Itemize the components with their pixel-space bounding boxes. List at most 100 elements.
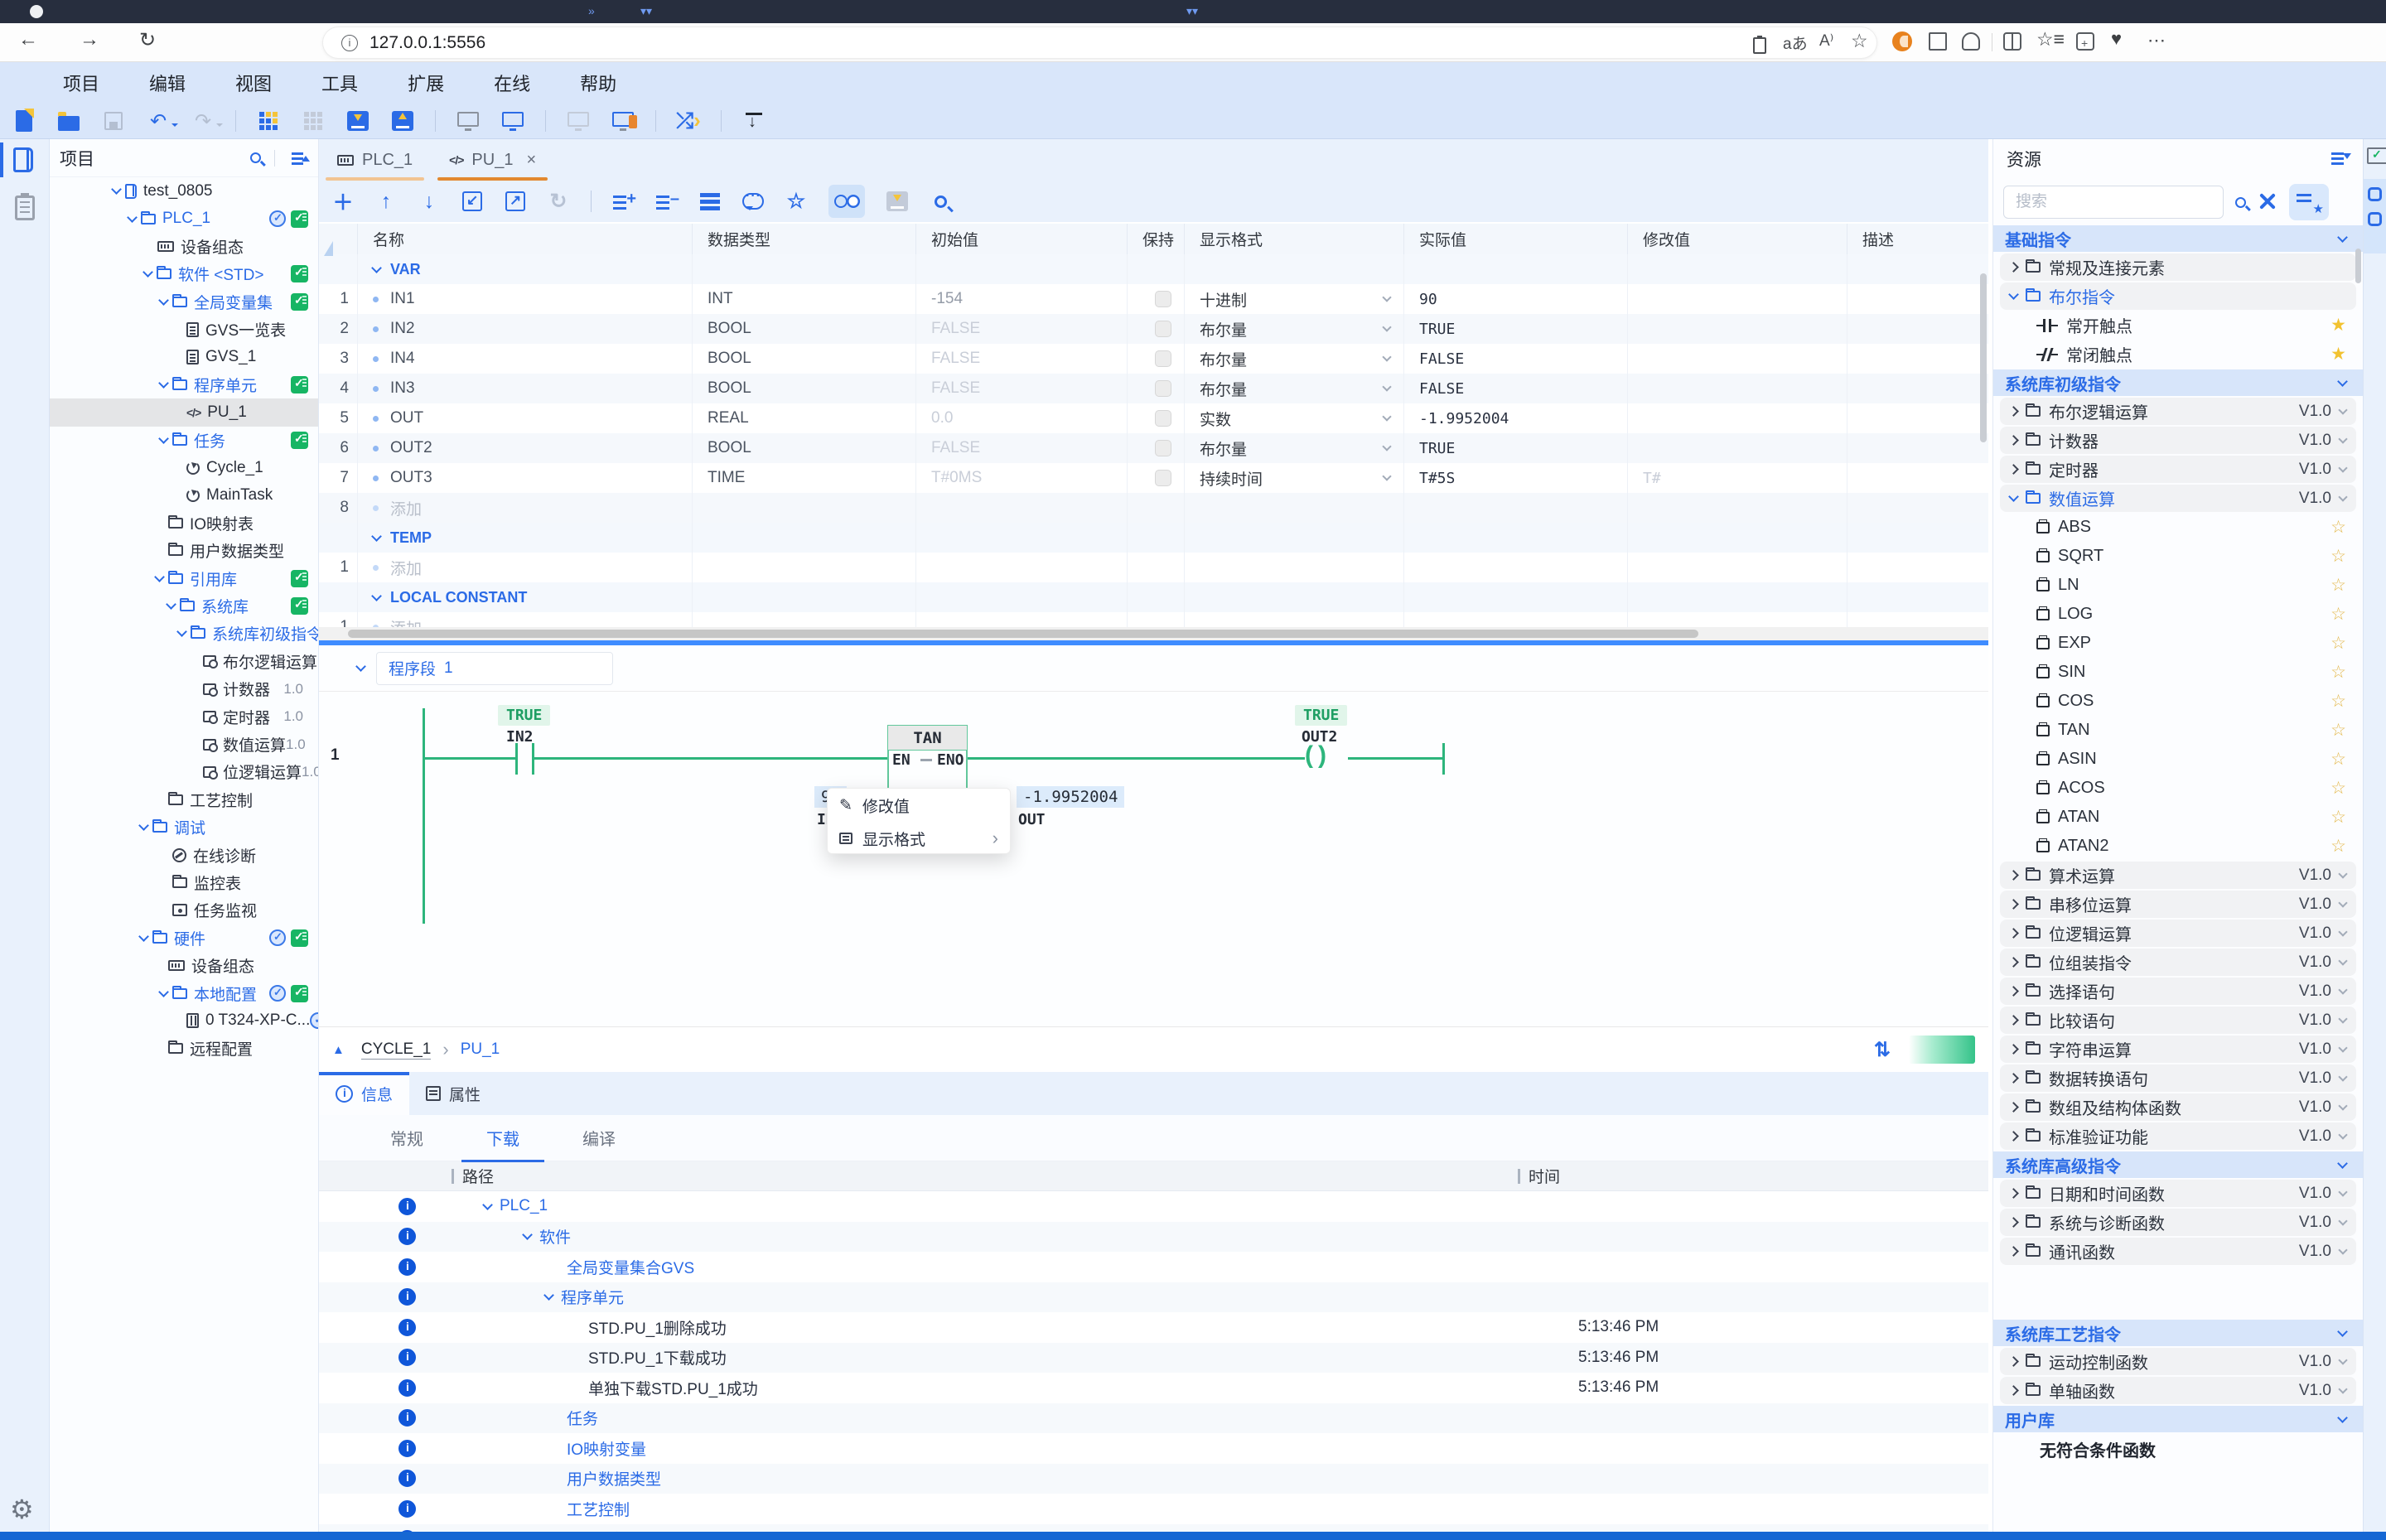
menu-item-modify-value[interactable]: ✎ 修改值 [828, 789, 1010, 822]
log-row[interactable]: 单独下载STD.PU_1成功5:13:46 PM [319, 1373, 1988, 1403]
tree-item[interactable]: 远程配置 [50, 1035, 318, 1062]
insert-row-icon[interactable] [613, 189, 636, 214]
resource-folder[interactable]: 计数器 V1.0 [2000, 427, 2356, 454]
tree-item[interactable]: 布尔逻辑运算1.0 [50, 648, 318, 675]
table-row[interactable]: 4 IN3 BOOL FALSE 布尔量 FALSE [319, 374, 1988, 403]
favorite-star-icon[interactable]: ☆ [785, 189, 807, 214]
resource-item[interactable]: COS [2000, 688, 2356, 715]
table-row[interactable]: 3 IN4 BOOL FALSE 布尔量 FALSE [319, 344, 1988, 374]
star-icon[interactable] [2330, 662, 2346, 683]
group-row[interactable]: LOCAL CONSTANT [319, 582, 1988, 612]
resource-folder[interactable]: 单轴函数 V1.0 [2000, 1377, 2356, 1404]
resource-folder[interactable]: 布尔逻辑运算 V1.0 [2000, 398, 2356, 425]
add-row[interactable]: 1添加 [319, 553, 1988, 582]
tree-item[interactable]: 定时器 1.0 [50, 702, 318, 730]
chevron-down-icon[interactable] [355, 661, 366, 672]
go-online-icon[interactable] [500, 109, 525, 133]
star-icon[interactable] [2330, 720, 2346, 741]
list-view-icon[interactable] [699, 189, 721, 214]
project-explorer-icon[interactable] [13, 147, 33, 172]
format-dropdown[interactable]: 布尔量 [1185, 314, 1404, 344]
move-up-icon[interactable]: ↑ [375, 189, 397, 214]
tree-item[interactable]: 系统库初级指令 [50, 620, 318, 647]
tree-item[interactable]: 监控表 [50, 869, 318, 896]
tab-info[interactable]: 信息 [319, 1072, 410, 1115]
resource-item[interactable]: SQRT [2000, 543, 2356, 570]
retain-checkbox[interactable] [1155, 380, 1171, 397]
log-row[interactable]: 软件 [319, 1221, 1988, 1252]
retain-checkbox[interactable] [1155, 410, 1171, 427]
log-row[interactable]: 用户数据类型 [319, 1463, 1988, 1494]
refresh-icon[interactable]: ↻ [548, 189, 569, 214]
block-output-value[interactable]: -1.9952004 [1017, 786, 1125, 808]
select-all-corner[interactable] [324, 232, 333, 256]
compile-grid-icon[interactable] [256, 109, 281, 133]
add-row[interactable]: 1添加 [319, 612, 1988, 627]
menu-online[interactable]: 在线 [494, 70, 530, 96]
tree-item[interactable]: GVS一览表 [50, 316, 318, 343]
resource-item[interactable]: 常闭触点 [2000, 340, 2356, 368]
download-icon[interactable] [886, 189, 908, 214]
format-dropdown[interactable]: 布尔量 [1185, 374, 1404, 403]
section-header[interactable]: 系统库工艺指令 [1993, 1320, 2363, 1346]
log-row[interactable]: 程序单元 [319, 1282, 1988, 1312]
retain-checkbox[interactable] [1155, 291, 1171, 307]
table-row[interactable]: 1 IN1 INT -154 十进制 90 [319, 284, 1988, 314]
resource-folder[interactable]: 通讯函数 V1.0 [2000, 1238, 2356, 1265]
menu-item-display-format[interactable]: 显示格式 › [828, 822, 1010, 855]
star-icon[interactable] [2330, 749, 2346, 770]
menu-tools[interactable]: 工具 [321, 70, 358, 96]
tree-item[interactable]: 任务 [50, 427, 318, 454]
resource-item[interactable]: SIN [2000, 659, 2356, 686]
resource-item[interactable]: LOG [2000, 601, 2356, 628]
tree-item[interactable]: 设备组态 [50, 952, 318, 979]
tree-item[interactable]: 用户数据类型 [50, 537, 318, 564]
download-to-plc-icon[interactable] [345, 109, 370, 133]
network-header[interactable]: 程序段 1 [319, 645, 1988, 692]
modify-cell[interactable] [1628, 433, 1847, 463]
log-row[interactable]: 库创建管理 [319, 1523, 1988, 1532]
horizontal-scrollbar[interactable] [319, 627, 1988, 640]
tree-item[interactable]: IO映射表 [50, 509, 318, 537]
table-row[interactable]: 6 OUT2 BOOL FALSE 布尔量 TRUE [319, 433, 1988, 463]
modify-cell[interactable] [1628, 284, 1847, 314]
scrollbar-thumb[interactable] [348, 630, 1698, 638]
tree-item[interactable]: MainTask [50, 481, 318, 509]
tree-item[interactable]: 在线诊断 [50, 841, 318, 868]
translate-icon[interactable]: aあ [1783, 31, 1808, 54]
device-config-icon[interactable] [456, 109, 481, 133]
collections-icon[interactable]: + [2076, 32, 2094, 51]
swap-compare-icon[interactable]: ⤮› [676, 108, 701, 133]
chevron-down-icon[interactable] [482, 1199, 493, 1210]
log-row[interactable]: PLC_1 [319, 1191, 1988, 1222]
sort-icon[interactable] [2331, 152, 2351, 167]
log-row[interactable]: 任务 [319, 1402, 1988, 1433]
resource-folder[interactable]: 串移位运算 V1.0 [2000, 891, 2356, 918]
vertical-scrollbar-thumb[interactable] [2355, 249, 2361, 283]
tree-item[interactable]: 调试 [50, 813, 318, 841]
tree-item[interactable]: 任务监视 [50, 896, 318, 924]
add-row[interactable]: 8 添加 [319, 493, 1988, 523]
dock-panel-toggle[interactable] [2364, 179, 2386, 253]
group-row[interactable]: VAR [319, 254, 1988, 284]
retain-checkbox[interactable] [1155, 440, 1171, 456]
star-icon[interactable] [2330, 691, 2346, 712]
forward-button[interactable]: → [80, 28, 99, 51]
tree-item[interactable]: 位逻辑运算1.0 [50, 758, 318, 785]
chevron-down-icon[interactable] [543, 1290, 554, 1301]
resource-item[interactable]: EXP [2000, 630, 2356, 657]
resource-folder[interactable]: 数据转换语句 V1.0 [2000, 1064, 2356, 1092]
format-dropdown[interactable]: 实数 [1185, 403, 1404, 433]
star-icon[interactable] [2330, 604, 2346, 625]
log-row[interactable]: STD.PU_1下载成功5:13:46 PM [319, 1342, 1988, 1373]
coil-symbol[interactable]: ( ) [1305, 741, 1326, 770]
menu-project[interactable]: 项目 [63, 70, 99, 96]
open-project-icon[interactable] [56, 109, 81, 133]
favorites-list-icon[interactable]: ☆≡ [2036, 28, 2065, 51]
back-button[interactable]: ← [18, 28, 38, 51]
retain-checkbox[interactable] [1155, 470, 1171, 486]
subtab-general[interactable]: 常规 [390, 1126, 423, 1150]
save-icon[interactable] [101, 109, 126, 133]
search-input[interactable] [2003, 186, 2224, 219]
table-row[interactable]: 2 IN2 BOOL FALSE 布尔量 TRUE [319, 314, 1988, 344]
